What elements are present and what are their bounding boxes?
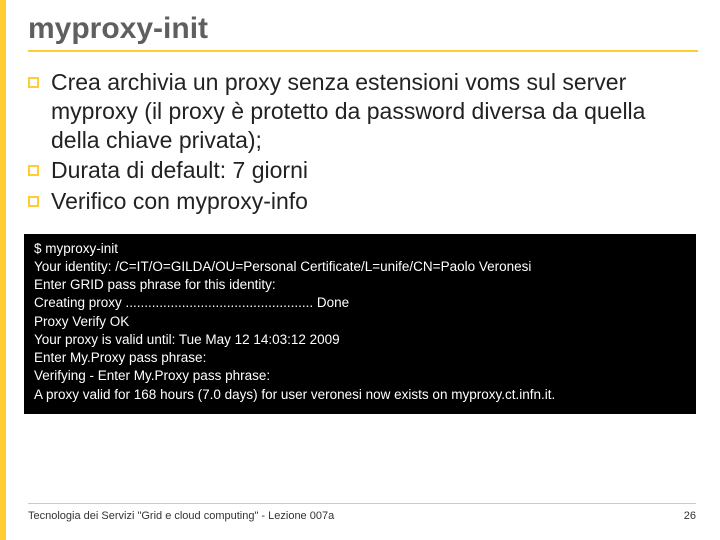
bullet-item: Crea archivia un proxy senza estensioni … xyxy=(28,68,696,154)
terminal-line: Enter GRID pass phrase for this identity… xyxy=(34,277,276,292)
bullet-text: Durata di default: 7 giorni xyxy=(51,156,696,185)
terminal-line: Your identity: /C=IT/O=GILDA/OU=Personal… xyxy=(34,259,531,274)
terminal-output: $ myproxy-init Your identity: /C=IT/O=GI… xyxy=(24,234,696,414)
terminal-line: $ myproxy-init xyxy=(34,241,118,256)
left-accent-bar xyxy=(0,0,6,540)
terminal-line: Your proxy is valid until: Tue May 12 14… xyxy=(34,332,340,347)
terminal-line: Proxy Verify OK xyxy=(34,314,129,329)
square-bullet-icon xyxy=(28,165,39,176)
bullet-item: Verifico con myproxy-info xyxy=(28,187,696,216)
slide-title: myproxy-init xyxy=(28,12,696,46)
title-underline xyxy=(28,50,698,52)
terminal-line: A proxy valid for 168 hours (7.0 days) f… xyxy=(34,387,555,402)
terminal-line: Creating proxy .........................… xyxy=(34,295,349,310)
terminal-line: Verifying - Enter My.Proxy pass phrase: xyxy=(34,368,270,383)
bullet-item: Durata di default: 7 giorni xyxy=(28,156,696,185)
page-number: 26 xyxy=(684,510,696,522)
square-bullet-icon xyxy=(28,77,39,88)
bullet-text: Crea archivia un proxy senza estensioni … xyxy=(51,68,696,154)
terminal-line: Enter My.Proxy pass phrase: xyxy=(34,350,206,365)
square-bullet-icon xyxy=(28,196,39,207)
slide-content: myproxy-init Crea archivia un proxy senz… xyxy=(0,0,720,414)
bullet-text: Verifico con myproxy-info xyxy=(51,187,696,216)
bullet-list: Crea archivia un proxy senza estensioni … xyxy=(28,68,696,216)
slide-footer: Tecnologia dei Servizi "Grid e cloud com… xyxy=(28,503,696,522)
footer-left-text: Tecnologia dei Servizi "Grid e cloud com… xyxy=(28,510,334,522)
